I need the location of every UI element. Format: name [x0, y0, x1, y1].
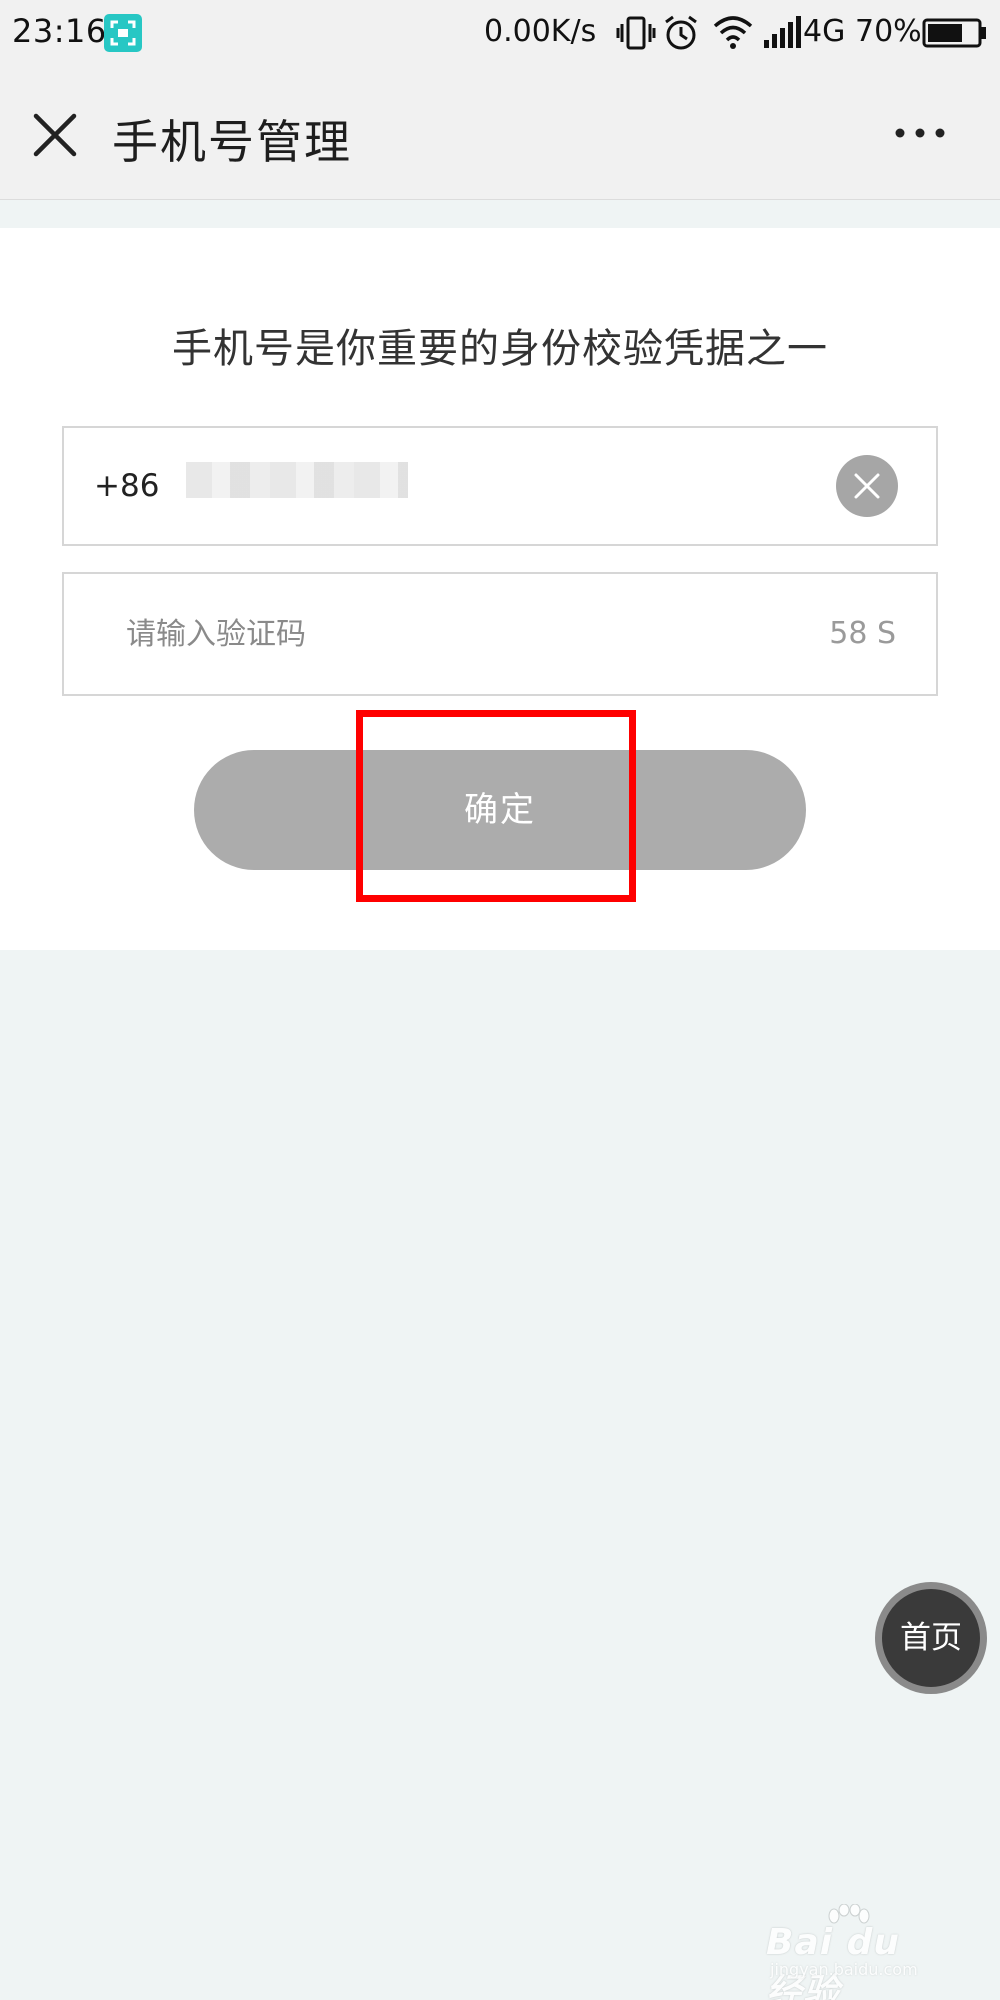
close-icon[interactable] — [30, 110, 80, 160]
home-floating-button[interactable]: 首页 — [875, 1582, 987, 1694]
status-bar: 23:16 0.00K/s 4G 70% — [0, 0, 1000, 66]
wifi-icon — [712, 14, 754, 54]
network-type: 4G — [803, 14, 846, 49]
page-title: 手机号管理 — [112, 115, 352, 169]
verification-code-input[interactable] — [126, 612, 726, 656]
clear-phone-button[interactable] — [836, 455, 898, 517]
nav-bar: 手机号管理 — [0, 66, 1000, 200]
signal-icon — [762, 14, 802, 54]
alarm-icon — [662, 14, 700, 56]
phone-number-field[interactable]: +86 — [62, 426, 938, 546]
country-code[interactable]: +86 — [94, 468, 159, 504]
form-headline: 手机号是你重要的身份校验凭据之一 — [172, 326, 828, 372]
phone-form-card: 手机号是你重要的身份校验凭据之一 +86 58 S 确定 — [0, 228, 1000, 950]
verification-code-field: 58 S — [62, 572, 938, 696]
battery-icon — [922, 18, 988, 52]
resend-countdown: 58 S — [829, 616, 896, 651]
confirm-button[interactable]: 确定 — [194, 750, 806, 870]
watermark: Bai du 经验 jingyan.baidu.com — [766, 1904, 946, 2000]
battery-percent: 70% — [855, 14, 922, 49]
vibrate-icon — [616, 14, 656, 56]
screenshot-icon — [104, 14, 142, 52]
masked-phone-number — [186, 462, 408, 498]
watermark-url: jingyan.baidu.com — [770, 1960, 918, 1979]
network-speed: 0.00K/s — [484, 14, 597, 49]
status-time: 23:16 — [12, 12, 107, 50]
clear-icon — [854, 473, 880, 499]
more-icon[interactable] — [892, 118, 952, 148]
